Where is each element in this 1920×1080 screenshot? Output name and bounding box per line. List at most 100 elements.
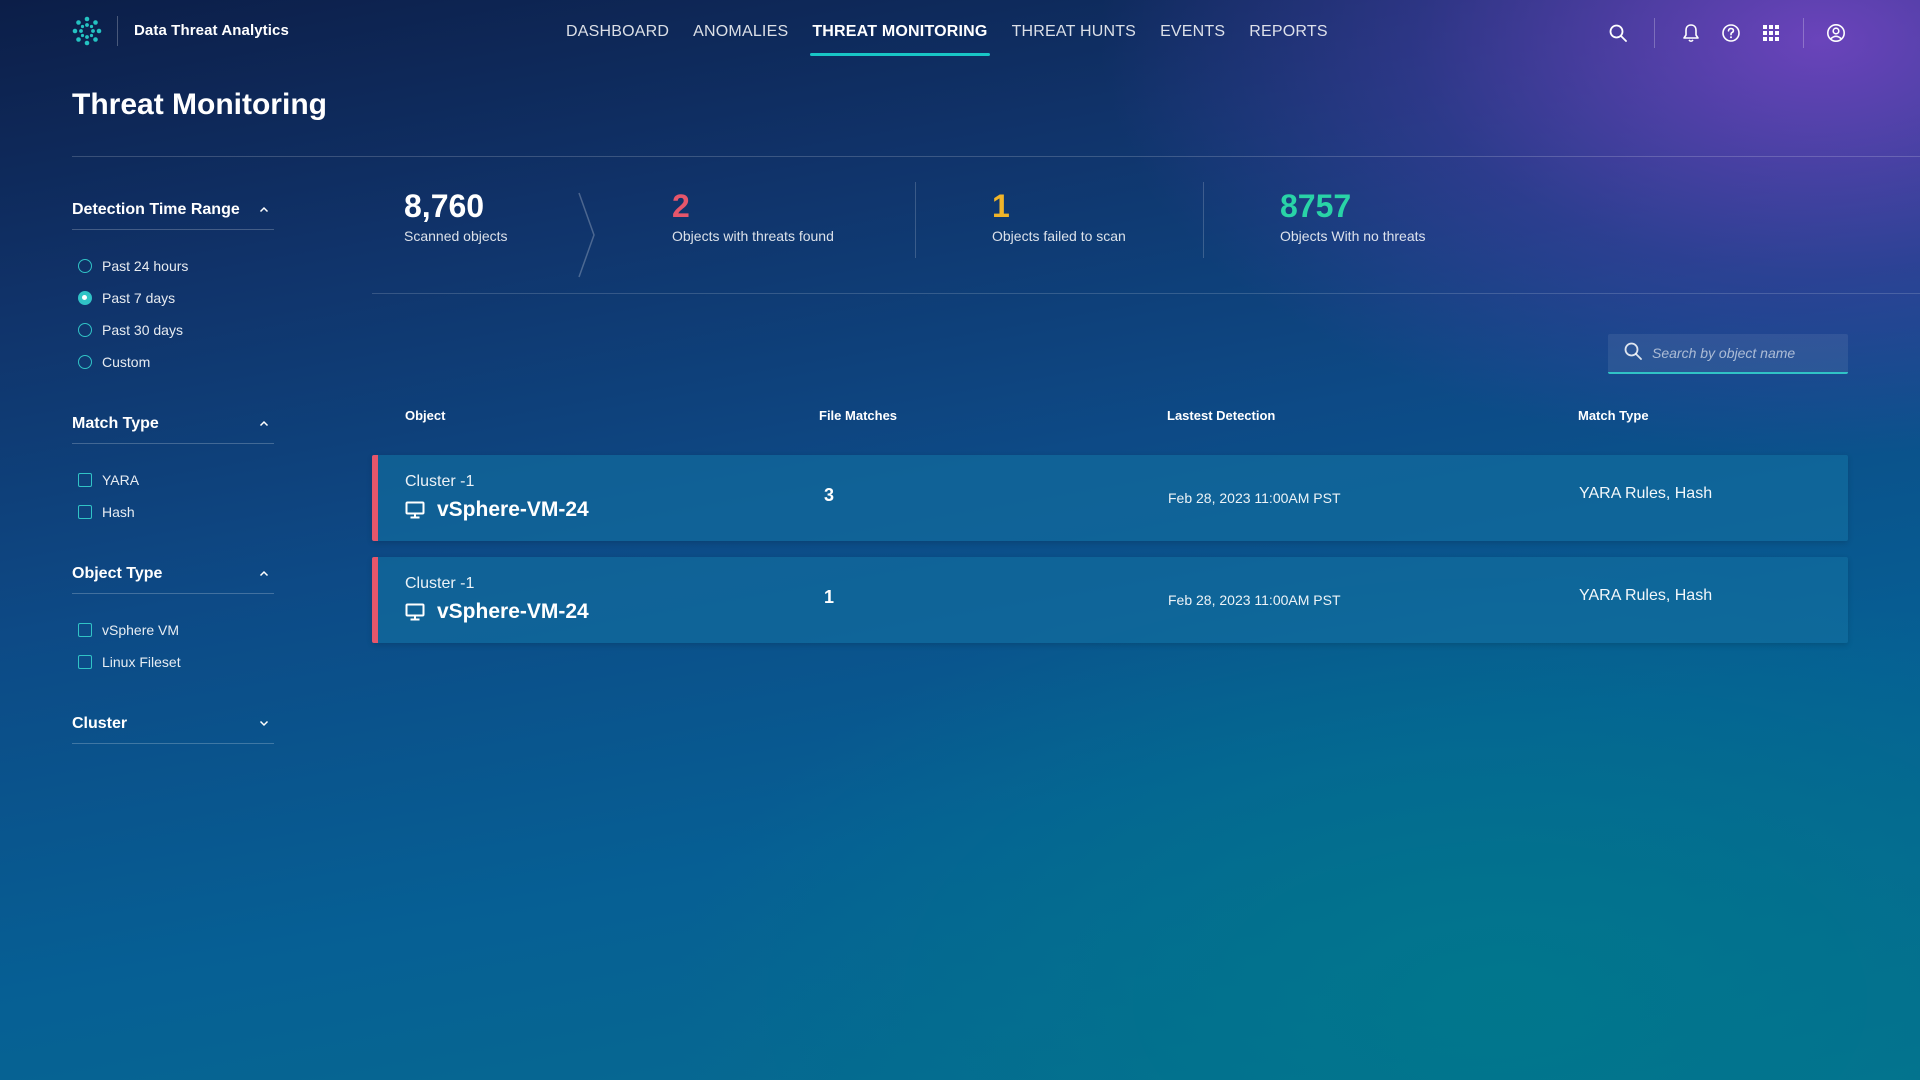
app-logo-icon[interactable] [72, 16, 102, 46]
filter-header-object-type[interactable]: Object Type [72, 554, 274, 594]
stat-divider [1203, 182, 1204, 258]
stat-value: 8,760 [404, 188, 485, 224]
radio-past-7-days[interactable]: Past 7 days [72, 282, 274, 314]
row-latest-detection: Feb 28, 2023 11:00AM PST [1168, 592, 1341, 608]
search-box[interactable] [1608, 334, 1848, 374]
stats-summary: 8,760 Scanned objects 2 Objects with thr… [372, 168, 1920, 294]
bell-icon[interactable] [1677, 19, 1705, 47]
radio-icon[interactable] [78, 259, 92, 273]
checkbox-linux-fileset[interactable]: Linux Fileset [72, 646, 274, 678]
row-cluster: Cluster -1 [405, 473, 475, 490]
checkbox-hash[interactable]: Hash [72, 496, 274, 528]
filter-title: Object Type [72, 564, 163, 582]
table-header: Object File Matches Lastest Detection Ma… [372, 408, 1848, 428]
tab-events[interactable]: EVENTS [1160, 0, 1225, 64]
nav-icons [1592, 18, 1850, 48]
chevron-right-icon [578, 192, 596, 283]
logo-divider [117, 16, 118, 46]
radio-icon[interactable] [78, 323, 92, 337]
radio-past-30-days[interactable]: Past 30 days [72, 314, 274, 346]
title-divider [72, 156, 1920, 157]
option-label: vSphere VM [102, 622, 180, 638]
tab-threat-monitoring[interactable]: THREAT MONITORING [810, 0, 990, 64]
filter-match-type: Match Type YARA Hash [72, 404, 274, 528]
filter-header-detection-time-range[interactable]: Detection Time Range [72, 190, 274, 230]
nav-separator [1654, 18, 1655, 48]
radio-past-24-hours[interactable]: Past 24 hours [72, 250, 274, 282]
filter-sidebar: Detection Time Range Past 24 hours Past … [72, 190, 274, 770]
row-cluster: Cluster -1 [405, 575, 475, 592]
stat-threats-found[interactable]: 2 Objects with threats found [672, 188, 834, 244]
stat-value: 8757 [1280, 188, 1352, 224]
tab-dashboard[interactable]: DASHBOARD [566, 0, 669, 64]
row-file-matches: 3 [824, 485, 835, 505]
chevron-down-icon[interactable] [258, 718, 270, 730]
nav-tabs: DASHBOARD ANOMALIES THREAT MONITORING TH… [566, 0, 1352, 64]
filter-cluster: Cluster [72, 704, 274, 744]
search-icon[interactable] [1604, 19, 1632, 47]
filter-header-cluster[interactable]: Cluster [72, 704, 274, 744]
stat-label: Scanned objects [404, 228, 508, 244]
column-header-file-matches[interactable]: File Matches [819, 408, 897, 423]
option-label: YARA [102, 472, 140, 488]
checkbox-icon[interactable] [78, 655, 92, 669]
filter-detection-time-range: Detection Time Range Past 24 hours Past … [72, 190, 274, 378]
stat-failed-to-scan[interactable]: 1 Objects failed to scan [992, 188, 1126, 244]
monitor-icon [405, 500, 425, 520]
tab-reports[interactable]: REPORTS [1249, 0, 1327, 64]
checkbox-icon[interactable] [78, 505, 92, 519]
help-icon[interactable] [1717, 19, 1745, 47]
checkbox-vsphere-vm[interactable]: vSphere VM [72, 614, 274, 646]
column-header-object[interactable]: Object [405, 408, 445, 423]
row-match-type: YARA Rules, Hash [1579, 485, 1713, 502]
row-object[interactable]: vSphere-VM-24 [405, 600, 589, 624]
checkbox-yara[interactable]: YARA [72, 464, 274, 496]
nav-separator [1803, 18, 1804, 48]
filter-title: Detection Time Range [72, 200, 240, 218]
option-label: Custom [102, 354, 151, 370]
stat-value: 2 [672, 188, 690, 224]
stat-label: Objects with threats found [672, 228, 834, 244]
column-header-latest-detection[interactable]: Lastest Detection [1167, 408, 1275, 423]
row-latest-detection: Feb 28, 2023 11:00AM PST [1168, 490, 1341, 506]
option-label: Past 7 days [102, 290, 176, 306]
row-file-matches: 1 [824, 587, 835, 607]
checkbox-icon[interactable] [78, 623, 92, 637]
top-nav: Data Threat Analytics DASHBOARD ANOMALIE… [0, 0, 1920, 64]
app-title: Data Threat Analytics [134, 22, 289, 39]
page-title: Threat Monitoring [72, 88, 327, 121]
chevron-up-icon[interactable] [258, 418, 270, 430]
radio-custom[interactable]: Custom [72, 346, 274, 378]
radio-icon[interactable] [78, 355, 92, 369]
option-label: Past 30 days [102, 322, 183, 338]
search-icon [1624, 342, 1642, 365]
tab-threat-hunts[interactable]: THREAT HUNTS [1012, 0, 1136, 64]
stat-label: Objects With no threats [1280, 228, 1426, 244]
radio-checked-icon[interactable] [78, 291, 92, 305]
filter-object-type: Object Type vSphere VM Linux Fileset [72, 554, 274, 678]
chevron-up-icon[interactable] [258, 568, 270, 580]
filter-header-match-type[interactable]: Match Type [72, 404, 274, 444]
filter-title: Match Type [72, 414, 159, 432]
table-row[interactable]: Cluster -1 vSphere-VM-24 3 Feb 28, 2023 … [372, 455, 1848, 541]
option-label: Hash [102, 504, 135, 520]
search-input[interactable] [1652, 345, 1842, 361]
apps-grid-icon[interactable] [1757, 19, 1785, 47]
chevron-up-icon[interactable] [258, 204, 270, 216]
checkbox-icon[interactable] [78, 473, 92, 487]
row-match-type: YARA Rules, Hash [1579, 587, 1713, 604]
account-icon[interactable] [1822, 19, 1850, 47]
table-row[interactable]: Cluster -1 vSphere-VM-24 1 Feb 28, 2023 … [372, 557, 1848, 643]
stat-label: Objects failed to scan [992, 228, 1126, 244]
row-object-name: vSphere-VM-24 [437, 600, 589, 623]
stat-divider [915, 182, 916, 258]
row-object[interactable]: vSphere-VM-24 [405, 498, 589, 522]
option-label: Past 24 hours [102, 258, 189, 274]
stat-no-threats[interactable]: 8757 Objects With no threats [1280, 188, 1426, 244]
option-label: Linux Fileset [102, 654, 181, 670]
stat-scanned-objects: 8,760 Scanned objects [404, 188, 508, 244]
stat-value: 1 [992, 188, 1010, 224]
tab-anomalies[interactable]: ANOMALIES [693, 0, 788, 64]
column-header-match-type[interactable]: Match Type [1578, 408, 1649, 423]
filter-title: Cluster [72, 714, 128, 732]
